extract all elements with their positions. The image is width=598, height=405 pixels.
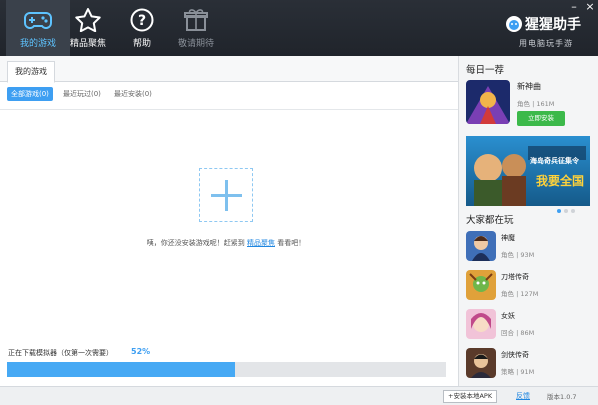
game-name: 女妖	[501, 312, 515, 320]
game-size: 127M	[520, 290, 539, 298]
popular-title: 大家都在玩	[466, 215, 514, 226]
add-game-button[interactable]	[199, 168, 253, 222]
empty-message: 咦，你还没安装游戏呢！赶紧到 精品聚焦 看看吧！	[0, 238, 452, 248]
game-list-item[interactable]: 女妖 回合 | 86M	[466, 309, 590, 341]
game-meta: 角色 | 127M	[501, 290, 539, 298]
game-icon	[466, 231, 496, 261]
pager-dot[interactable]	[571, 209, 575, 213]
empty-message-prefix: 咦，你还没安装游戏呢！赶紧到	[146, 239, 245, 247]
pager-dot[interactable]	[557, 209, 561, 213]
game-genre: 角色	[501, 290, 514, 298]
brand-name: 猩猩助手	[525, 17, 581, 33]
monkey-logo-icon	[506, 16, 522, 32]
game-meta: 回合 | 86M	[501, 329, 535, 337]
game-icon	[466, 270, 496, 300]
download-progress-fill	[7, 362, 236, 377]
filter-recently-installed[interactable]: 最近安装(0)	[110, 87, 156, 101]
game-name: 刀塔传奇	[501, 273, 529, 281]
banner-pager	[557, 198, 578, 217]
banner-line1: 海岛奇兵征集令	[530, 157, 579, 165]
promo-banner[interactable]: 海岛奇兵征集令 我要全国	[466, 136, 590, 206]
game-size: 86M	[520, 329, 535, 337]
tab-bar: 我的游戏	[0, 56, 458, 83]
nav-coming-soon: 敬请期待	[164, 0, 228, 56]
star-icon	[75, 8, 101, 32]
game-meta: 策略 | 91M	[501, 368, 535, 376]
recommend-panel: 每日一荐 新神曲 角色 | 161M 立即安装 海岛奇兵征集令 我要全国 大家都…	[458, 56, 598, 386]
status-bar: +安装本地APK 反馈 版本1.0.7	[0, 386, 598, 405]
game-icon	[466, 309, 496, 339]
game-size: 93M	[520, 251, 535, 259]
game-list-item[interactable]: 神魔 角色 | 93M	[466, 231, 590, 263]
game-list-item[interactable]: 剑侠传奇 策略 | 91M	[466, 348, 590, 380]
game-genre: 角色	[501, 251, 514, 259]
game-genre: 策略	[501, 368, 514, 376]
featured-game-size: 161M	[536, 100, 555, 108]
game-meta: 角色 | 93M	[501, 251, 535, 259]
divider	[0, 109, 458, 110]
brand-tagline: 用电脑玩手游	[519, 39, 573, 48]
filter-recently-played[interactable]: 最近玩过(0)	[59, 87, 105, 101]
version-label: 版本1.0.7	[547, 393, 577, 401]
install-local-apk-button[interactable]: +安装本地APK	[443, 390, 498, 403]
game-genre: 回合	[501, 329, 514, 337]
filter-all-games[interactable]: 全部游戏(0)	[7, 87, 53, 101]
game-name: 神魔	[501, 234, 515, 242]
top-toolbar: 我的游戏 精品聚焦 ? 帮助 敬请期待 – × 猩猩助手 用电脑玩手游	[0, 0, 598, 56]
install-now-button[interactable]: 立即安装	[517, 111, 565, 126]
banner-line2: 我要全国	[536, 174, 585, 188]
nav-coming-soon-label: 敬请期待	[177, 39, 214, 49]
gift-icon	[184, 9, 208, 31]
svg-text:?: ?	[138, 13, 146, 29]
game-icon	[466, 348, 496, 378]
gamepad-icon	[24, 12, 52, 29]
featured-game-icon[interactable]	[466, 80, 510, 124]
download-percent: 52%	[131, 347, 151, 356]
featured-game-genre: 角色	[517, 100, 530, 108]
empty-message-suffix: 看看吧！	[277, 239, 306, 247]
help-icon: ?	[130, 8, 154, 32]
brand: 猩猩助手 用电脑玩手游	[505, 12, 595, 52]
feedback-link[interactable]: 反馈	[516, 391, 530, 401]
featured-link[interactable]: 精品聚焦	[247, 239, 275, 247]
download-progress-bar	[7, 362, 446, 377]
game-size: 91M	[520, 368, 535, 376]
game-name: 剑侠传奇	[501, 351, 529, 359]
tab-my-games[interactable]: 我的游戏	[7, 61, 55, 83]
featured-game-name: 新神曲	[517, 82, 541, 91]
app-window: 我的游戏 精品聚焦 ? 帮助 敬请期待 – × 猩猩助手 用电脑玩手游 我的游戏…	[0, 0, 598, 405]
featured-game-meta: 角色 | 161M	[517, 100, 555, 108]
download-label: 正在下载模拟器（仅第一次需要）	[8, 349, 113, 357]
game-list-item[interactable]: 刀塔传奇 角色 | 127M	[466, 270, 590, 302]
pager-dot[interactable]	[564, 209, 568, 213]
daily-pick-title: 每日一荐	[466, 65, 505, 76]
plus-icon-bar	[211, 194, 242, 197]
